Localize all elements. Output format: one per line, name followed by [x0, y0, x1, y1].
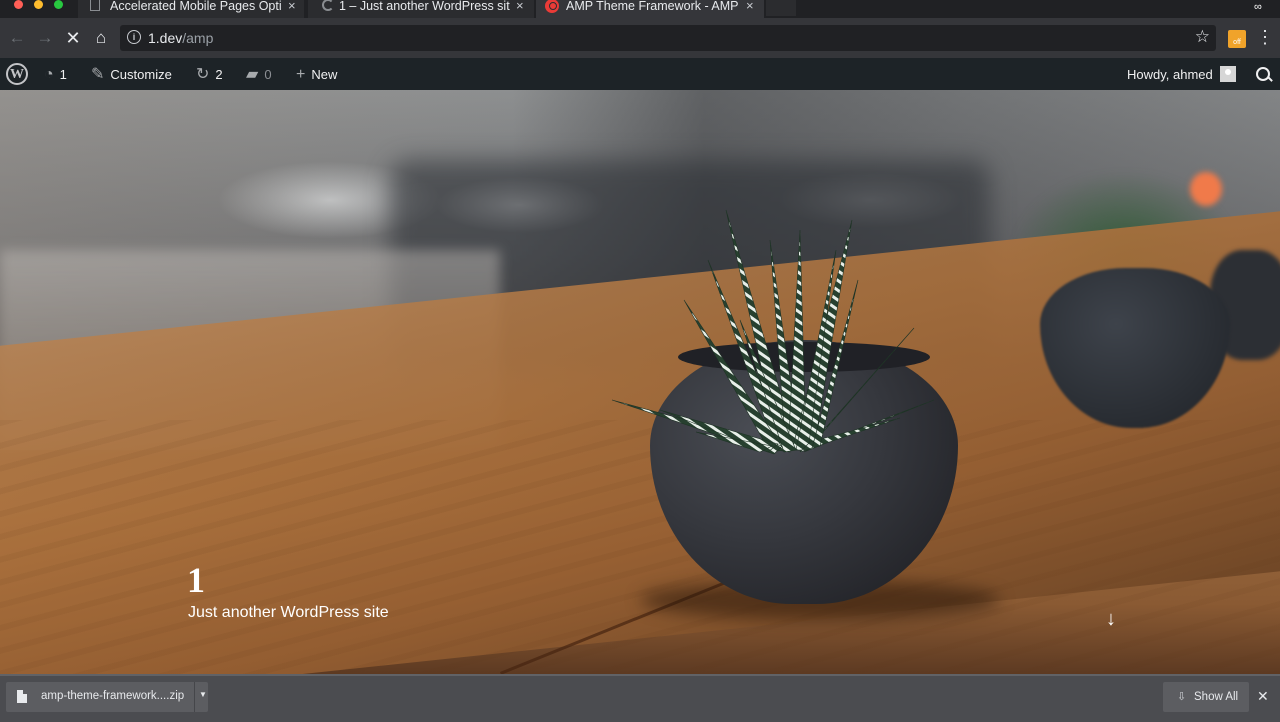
- tab-amp-theme-framework[interactable]: AMP Theme Framework - AMP ×: [536, 0, 764, 18]
- greeting: Howdy, ahmed: [1127, 66, 1213, 82]
- site-info-icon[interactable]: i: [127, 30, 141, 44]
- my-account-item[interactable]: Howdy, ahmed: [1127, 58, 1236, 90]
- comment-icon: ▰: [246, 65, 259, 83]
- tab-close-button[interactable]: ×: [516, 0, 524, 12]
- site-title[interactable]: 1: [187, 560, 205, 600]
- extension-badge: off: [1233, 39, 1241, 46]
- tab-title: AMP Theme Framework - AMP: [566, 0, 738, 13]
- site-tagline: Just another WordPress site: [188, 604, 389, 621]
- new-tab-button[interactable]: [766, 0, 796, 16]
- search-icon[interactable]: [1256, 67, 1270, 81]
- avatar: [1219, 66, 1236, 82]
- brush-icon: ✎: [91, 65, 105, 83]
- tab-title: 1 – Just another WordPress sit: [339, 0, 510, 13]
- forward-button[interactable]: →: [34, 27, 56, 49]
- minimize-window-button[interactable]: [34, 0, 43, 9]
- tab-accelerated-mobile-pages[interactable]: Accelerated Mobile Pages Opti ×: [78, 0, 304, 18]
- new-content-item[interactable]: + New: [296, 58, 337, 90]
- download-item-divider: [194, 682, 195, 712]
- download-item[interactable]: amp-theme-framework....zip ▼: [6, 682, 208, 712]
- wordpress-logo-icon[interactable]: W: [6, 63, 28, 85]
- wp-admin-bar: W ◔ 1 ✎ Customize ↻ 2 ▰ 0 + New Howdy, a…: [0, 58, 1280, 90]
- hero-header: 1 Just another WordPress site ↓: [0, 90, 1280, 674]
- download-file-name: amp-theme-framework....zip: [41, 690, 185, 702]
- downloads-bar: amp-theme-framework....zip ▼ ⇩ Show All …: [0, 674, 1280, 722]
- scroll-down-arrow-icon[interactable]: ↓: [1106, 608, 1124, 630]
- dashboard-icon: ◔: [44, 65, 54, 83]
- show-all-button[interactable]: ⇩ Show All: [1163, 682, 1249, 712]
- plus-icon: +: [296, 65, 306, 83]
- show-all-label: Show All: [1194, 691, 1239, 703]
- browser-menu-icon[interactable]: ⋮: [1256, 28, 1274, 46]
- stop-loading-button[interactable]: ✕: [62, 27, 84, 49]
- profile-icon[interactable]: ∞: [1254, 1, 1268, 13]
- url-text[interactable]: 1.dev/amp: [148, 30, 213, 46]
- customize-label: Customize: [110, 66, 172, 82]
- file-icon: [17, 690, 27, 703]
- revisions-item[interactable]: ↻ 2: [196, 58, 223, 90]
- amp-favicon-icon: [545, 0, 559, 13]
- url-host: 1.dev: [148, 30, 183, 46]
- updates-count: 1: [59, 66, 67, 82]
- back-button[interactable]: ←: [6, 27, 28, 49]
- tab-strip: Accelerated Mobile Pages Opti × 1 – Just…: [0, 0, 1280, 18]
- new-label: New: [311, 66, 338, 82]
- zoom-window-button[interactable]: [54, 0, 63, 9]
- url-path: /amp: [182, 30, 214, 46]
- customize-item[interactable]: ✎ Customize: [91, 58, 172, 90]
- extension-icon[interactable]: off: [1228, 30, 1246, 48]
- revisions-count: 2: [215, 66, 223, 82]
- comments-count: 0: [264, 66, 272, 82]
- chevron-down-icon[interactable]: ▼: [199, 690, 207, 699]
- loading-spinner-icon: [322, 0, 334, 11]
- tab-title: Accelerated Mobile Pages Opti: [110, 0, 282, 13]
- tab-close-button[interactable]: ×: [288, 0, 296, 12]
- document-icon: [90, 0, 100, 11]
- home-button[interactable]: ⌂: [90, 27, 112, 49]
- refresh-icon: ↻: [196, 65, 210, 83]
- close-window-button[interactable]: [14, 0, 23, 9]
- background-light: [1190, 172, 1222, 206]
- download-icon: ⇩: [1177, 691, 1187, 703]
- tab-close-button[interactable]: ×: [746, 0, 754, 12]
- dashboard-updates-item[interactable]: ◔ 1: [44, 58, 67, 90]
- comments-item[interactable]: ▰ 0: [246, 58, 272, 90]
- close-icon[interactable]: ✕: [1257, 688, 1269, 705]
- bookmark-star-icon[interactable]: ☆: [1195, 27, 1210, 47]
- browser-toolbar: ← → ✕ ⌂ i 1.dev/amp ☆ off ⋮: [0, 18, 1280, 58]
- address-bar[interactable]: i 1.dev/amp ☆: [120, 25, 1216, 51]
- tab-wordpress-site[interactable]: 1 – Just another WordPress sit ×: [308, 0, 534, 18]
